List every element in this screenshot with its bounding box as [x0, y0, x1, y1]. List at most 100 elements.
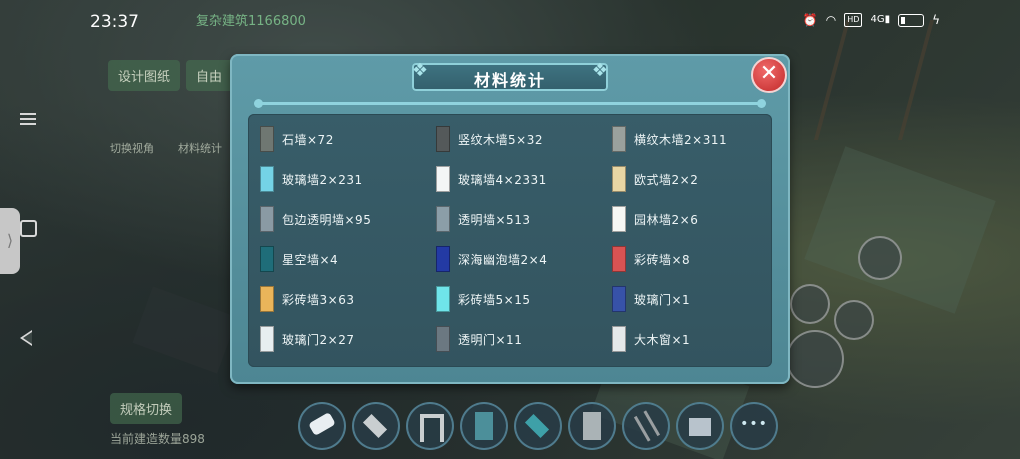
material-item-label: 横纹木墙2×311 — [634, 132, 728, 147]
colored-brick-wall-icon — [436, 286, 450, 312]
transparent-door-icon — [436, 326, 450, 352]
wall-tool-button[interactable] — [460, 402, 508, 450]
wifi-icon: ◠ — [825, 13, 837, 27]
material-item: 园林墙2×6 — [612, 206, 698, 232]
floor-teal-icon — [524, 413, 550, 439]
stone-wall-icon — [260, 126, 274, 152]
close-icon: ✕ — [759, 61, 779, 86]
material-item-label: 玻璃门2×27 — [282, 332, 355, 347]
material-item: 石墙×72 — [260, 126, 334, 152]
charging-icon: ϟ — [932, 13, 940, 27]
material-item: 欧式墙2×2 — [612, 166, 698, 192]
eraser-icon — [308, 411, 336, 437]
material-item: 彩砖墙5×15 — [436, 286, 530, 312]
panel-tool-button[interactable] — [568, 402, 616, 450]
material-item: 横纹木墙2×311 — [612, 126, 727, 152]
ornament-left-icon: ❖ — [411, 60, 429, 81]
ladder-icon — [633, 410, 661, 442]
material-item: 玻璃墙2×231 — [260, 166, 363, 192]
material-item-label: 彩砖墙5×15 — [458, 292, 531, 307]
european-wall-icon — [612, 166, 626, 192]
build-toolbar: ••• — [298, 402, 778, 450]
confirm-button[interactable] — [786, 330, 844, 388]
deep-sea-wall-icon — [436, 246, 450, 272]
vertical-wood-wall-icon — [436, 126, 450, 152]
material-item: 玻璃门×1 — [612, 286, 690, 312]
glass-wall-icon — [436, 166, 450, 192]
material-item-label: 星空墙×4 — [282, 252, 339, 267]
side-drawer-handle[interactable]: ⟩ — [0, 208, 20, 274]
title-divider — [254, 99, 766, 108]
horizontal-wood-wall-icon — [612, 126, 626, 152]
material-item: 深海幽泡墙2×4 — [436, 246, 547, 272]
switch-view-label: 切换视角 — [110, 142, 154, 155]
floor-tile-icon — [362, 413, 388, 439]
material-item: 大木窗×1 — [612, 326, 690, 352]
material-item: 彩砖墙×8 — [612, 246, 690, 272]
material-item-label: 玻璃门×1 — [634, 292, 691, 307]
garden-wall-icon — [612, 206, 626, 232]
material-item: 包边透明墙×95 — [260, 206, 371, 232]
menu-icon[interactable] — [20, 110, 36, 126]
back-icon[interactable] — [20, 330, 32, 346]
material-item-label: 大木窗×1 — [634, 332, 691, 347]
material-item-label: 深海幽泡墙2×4 — [458, 252, 548, 267]
glass-door-icon — [612, 286, 626, 312]
spec-switch-button[interactable]: 规格切换 — [110, 393, 183, 424]
material-item-label: 石墙×72 — [282, 132, 334, 147]
status-bar: 23:37 ⏰ ◠ HD 4G▮ ϟ — [0, 0, 1020, 44]
glass-door-icon — [260, 326, 274, 352]
castle-tool-button[interactable] — [676, 402, 724, 450]
design-blueprint-button[interactable]: 设计图纸 — [108, 60, 181, 91]
material-item-label: 欧式墙2×2 — [634, 172, 699, 187]
material-item-label: 透明门×11 — [458, 332, 523, 347]
material-item: 透明墙×513 — [436, 206, 530, 232]
more-tools-button[interactable]: ••• — [730, 402, 778, 450]
wall-block-icon — [475, 412, 493, 440]
castle-icon — [689, 418, 711, 436]
colored-brick-wall-icon — [260, 286, 274, 312]
alarm-icon: ⏰ — [802, 13, 818, 27]
eraser-tool-button[interactable] — [298, 402, 346, 450]
transparent-wall-icon — [436, 206, 450, 232]
dialog-title-plate: 材料统计 — [412, 63, 608, 91]
material-item-label: 彩砖墙3×63 — [282, 292, 355, 307]
material-stats-label: 材料统计 — [178, 142, 222, 155]
material-item-label: 园林墙2×6 — [634, 212, 699, 227]
material-item-label: 竖纹木墙5×32 — [458, 132, 543, 147]
big-wood-window-icon — [612, 326, 626, 352]
material-stats-dialog: 材料统计 ❖ ❖ ✕ 石墙×72 竖纹木墙5×32 横纹木墙2×311 玻璃墙2×23… — [230, 54, 790, 384]
dialog-title: 材料统计 — [473, 71, 546, 90]
door-frame-tool-button[interactable] — [406, 402, 454, 450]
edged-transparent-wall-icon — [260, 206, 274, 232]
material-item-label: 彩砖墙×8 — [634, 252, 691, 267]
undo-button[interactable] — [834, 300, 874, 340]
floor-tool-button[interactable] — [352, 402, 400, 450]
flip-button[interactable] — [790, 284, 830, 324]
colored-brick-wall-icon — [612, 246, 626, 272]
build-count-label: 当前建造数量898 — [110, 432, 205, 446]
floor-teal-tool-button[interactable] — [514, 402, 562, 450]
material-item: 彩砖墙3×63 — [260, 286, 354, 312]
battery-icon — [898, 13, 925, 27]
material-item: 星空墙×4 — [260, 246, 338, 272]
home-square-icon[interactable] — [20, 220, 37, 237]
material-item-label: 包边透明墙×95 — [282, 212, 372, 227]
system-icons: ⏰ ◠ HD 4G▮ ϟ — [803, 12, 940, 28]
glass-wall-icon — [260, 166, 274, 192]
material-item: 玻璃墙4×2331 — [436, 166, 547, 192]
material-item-label: 玻璃墙4×2331 — [458, 172, 547, 187]
ladder-tool-button[interactable] — [622, 402, 670, 450]
more-icon: ••• — [740, 416, 768, 432]
status-time: 23:37 — [90, 12, 139, 32]
material-item: 竖纹木墙5×32 — [436, 126, 543, 152]
starry-wall-icon — [260, 246, 274, 272]
signal-4g-icon: 4G▮ — [870, 14, 891, 25]
material-item-label: 透明墙×513 — [458, 212, 531, 227]
material-list: 石墙×72 竖纹木墙5×32 横纹木墙2×311 玻璃墙2×231 玻璃墙4×2331 欧… — [248, 114, 772, 367]
close-button[interactable]: ✕ — [751, 57, 787, 93]
rotate-button[interactable] — [858, 236, 902, 280]
material-item: 玻璃门2×27 — [260, 326, 354, 352]
material-item: 透明门×11 — [436, 326, 522, 352]
door-frame-icon — [420, 414, 444, 442]
